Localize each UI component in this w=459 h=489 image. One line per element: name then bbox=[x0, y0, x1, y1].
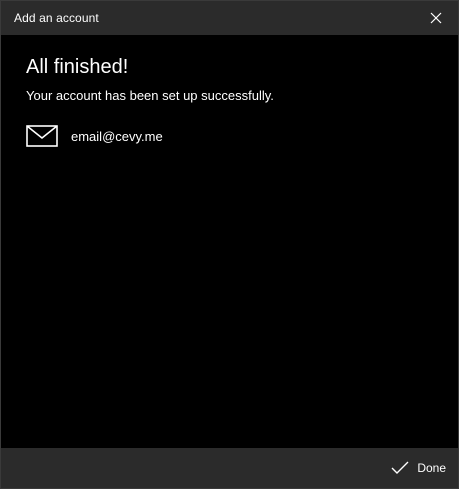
account-email: email@cevy.me bbox=[71, 128, 163, 144]
mail-icon bbox=[26, 125, 58, 147]
dialog-footer: Done bbox=[1, 448, 458, 488]
account-item: email@cevy.me bbox=[26, 125, 163, 147]
checkmark-icon bbox=[391, 461, 409, 474]
add-account-dialog: Add an account All finished! Your accoun… bbox=[0, 0, 459, 489]
dialog-content: All finished! Your account has been set … bbox=[1, 35, 458, 450]
success-message: Your account has been set up successfull… bbox=[26, 88, 274, 103]
page-title: All finished! bbox=[26, 56, 129, 78]
close-icon bbox=[430, 12, 442, 24]
title-bar: Add an account bbox=[1, 1, 458, 35]
done-button[interactable]: Done bbox=[391, 457, 446, 479]
close-button[interactable] bbox=[414, 1, 458, 35]
window-title: Add an account bbox=[14, 11, 99, 25]
done-label: Done bbox=[417, 461, 446, 475]
